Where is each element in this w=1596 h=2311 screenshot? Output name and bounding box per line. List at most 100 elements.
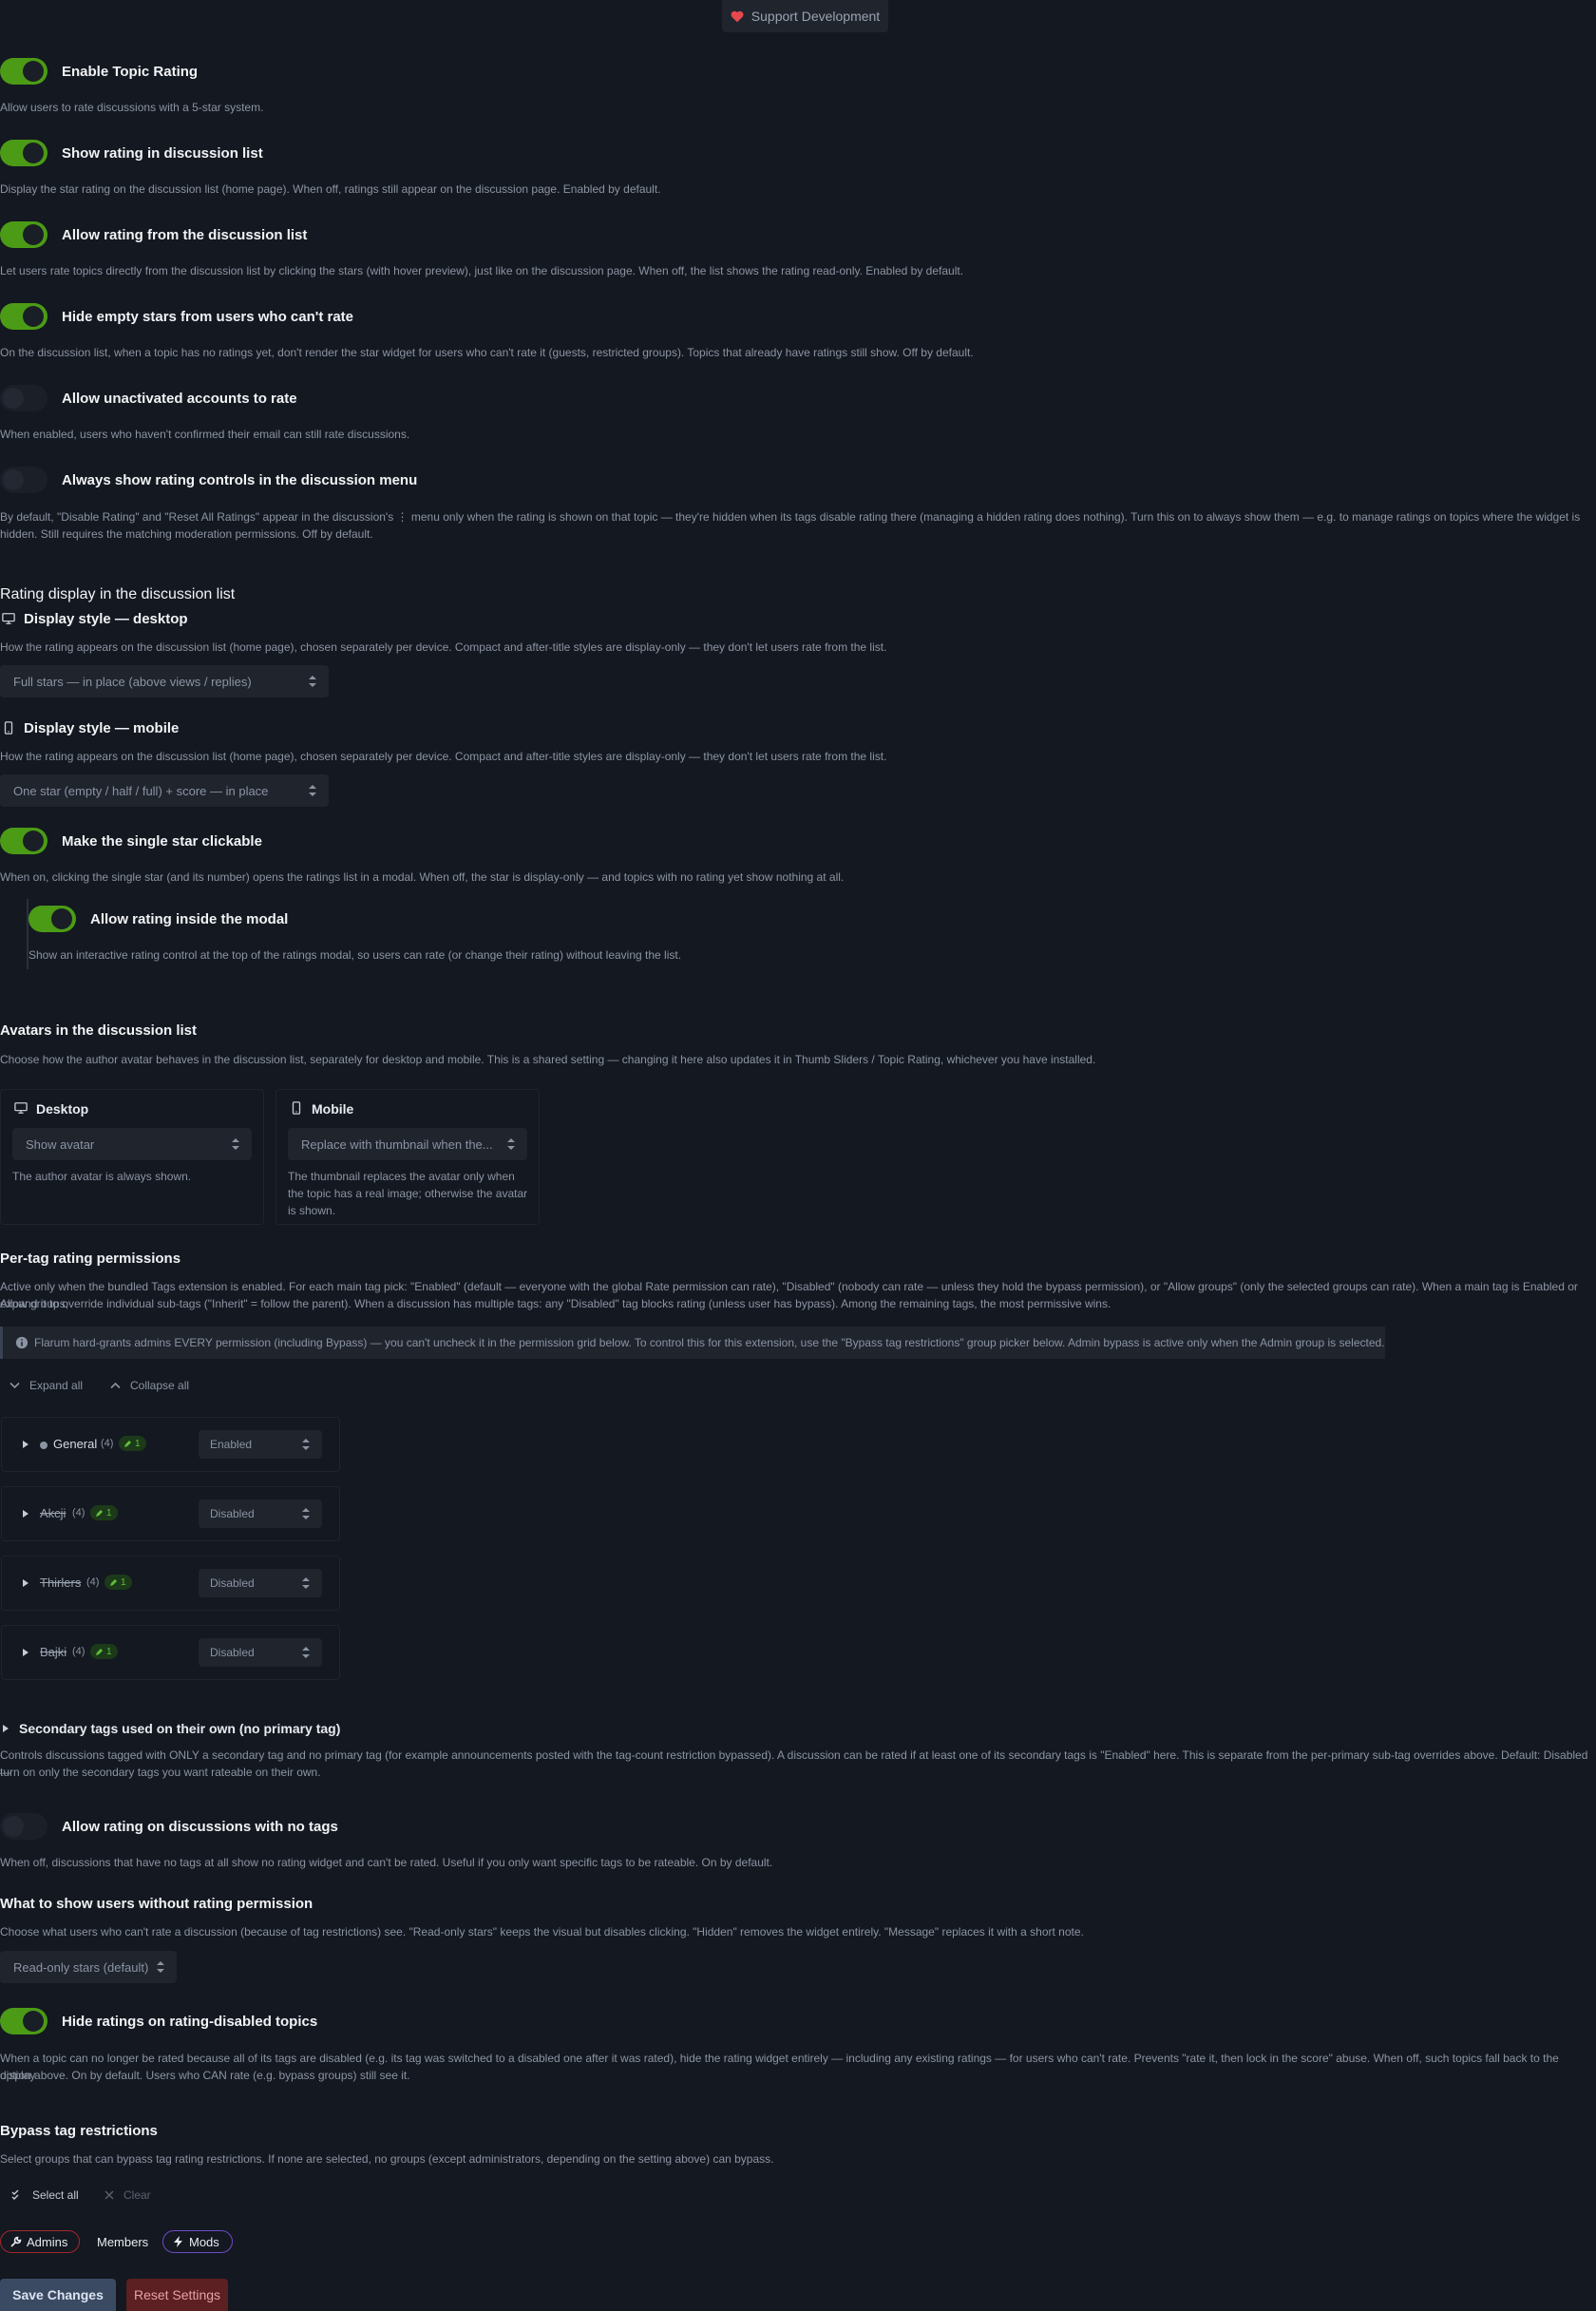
tag-permission-select[interactable]: Disabled (199, 1569, 322, 1597)
subtag-badge-count: 1 (135, 1438, 141, 1449)
select-caret-icon (232, 1138, 239, 1150)
pencil-icon (96, 1649, 103, 1655)
tag-row[interactable]: General (4) 1 Enabled (1, 1417, 340, 1472)
reset-settings-button[interactable]: Reset Settings (126, 2279, 228, 2311)
tag-row[interactable]: Akcji (4) 1 Disabled (1, 1486, 340, 1541)
always-menu-label: Always show rating controls in the discu… (62, 472, 418, 488)
avatars-heading: Avatars in the discussion list (0, 1022, 198, 1039)
always-menu-help: By default, "Disable Rating" and "Reset … (0, 510, 1581, 524)
avatar-desktop-note: The author avatar is always shown. (12, 1170, 192, 1183)
no-tags-toggle[interactable] (0, 1813, 48, 1840)
no-permission-value: Read-only stars (default) (13, 1959, 149, 1975)
mobile-style-help: How the rating appears on the discussion… (0, 750, 887, 763)
group-chip-members[interactable]: Members (87, 2230, 156, 2253)
clear-button[interactable]: Clear (104, 2188, 151, 2202)
modal-rating-toggle[interactable] (28, 906, 76, 932)
group-chip-label: Admins (27, 2234, 68, 2249)
avatar-desktop-label: Desktop (36, 1101, 89, 1117)
monitor-icon (14, 1102, 28, 1114)
close-icon (104, 2190, 114, 2200)
support-development-button[interactable]: Support Development (722, 0, 888, 32)
chevron-down-icon (10, 1382, 20, 1389)
always-menu-toggle[interactable] (0, 467, 48, 493)
enable-rating-toggle[interactable] (0, 58, 48, 85)
subtag-badge-count: 1 (106, 1646, 112, 1657)
support-label: Support Development (750, 9, 881, 24)
hide-empty-label: Hide empty stars from users who can't ra… (62, 309, 353, 325)
pencil-icon (110, 1579, 117, 1586)
no-tags-label: Allow rating on discussions with no tags (62, 1819, 338, 1835)
hide-disabled-toggle[interactable] (0, 2008, 48, 2034)
tag-name: General (53, 1437, 98, 1451)
subtag-badge-count: 1 (121, 1576, 126, 1588)
caret-right-icon (23, 1441, 28, 1448)
tag-permission-select[interactable]: Enabled (199, 1430, 322, 1459)
enable-rating-help: Allow users to rate discussions with a 5… (0, 101, 264, 114)
save-changes-button[interactable]: Save Changes (0, 2279, 116, 2311)
select-caret-icon (302, 1508, 310, 1519)
no-tags-help: When off, discussions that have no tags … (0, 1856, 773, 1869)
avatar-desktop-value: Show avatar (26, 1136, 95, 1152)
avatar-mobile-label: Mobile (312, 1101, 354, 1117)
tag-row[interactable]: Bajki (4) 1 Disabled (1, 1625, 340, 1680)
group-chip-admins[interactable]: Admins (0, 2230, 80, 2253)
subtag-badge: 1 (119, 1436, 146, 1451)
tag-count: (4) (101, 1438, 114, 1449)
modal-rating-help: Show an interactive rating control at th… (28, 948, 682, 962)
chevron-up-icon (110, 1382, 121, 1389)
tag-permission-select[interactable]: Disabled (199, 1499, 322, 1528)
tag-row[interactable]: Thirlers (4) 1 Disabled (1, 1556, 340, 1611)
secondary-tags-toggle[interactable]: Secondary tags used on their own (no pri… (19, 1721, 340, 1736)
hide-empty-toggle[interactable] (0, 303, 48, 330)
tag-count: (4) (72, 1507, 86, 1518)
no-permission-select[interactable]: Read-only stars (default) (0, 1951, 177, 1983)
unactivated-toggle[interactable] (0, 385, 48, 411)
avatar-mobile-select[interactable]: Replace with thumbnail when the... (288, 1128, 527, 1160)
unactivated-label: Allow unactivated accounts to rate (62, 391, 297, 407)
expand-all-button[interactable]: Expand all (10, 1379, 83, 1392)
always-menu-help-2: hidden. Still requires the matching mode… (0, 527, 373, 541)
unactivated-help: When enabled, users who haven't confirme… (0, 428, 410, 441)
bypass-help: Select groups that can bypass tag rating… (0, 2152, 774, 2166)
avatar-mobile-card: Mobile Replace with thumbnail when the..… (276, 1089, 540, 1225)
tag-name: Akcji (40, 1506, 66, 1520)
avatar-desktop-card: Desktop Show avatar The author avatar is… (0, 1089, 264, 1225)
show-in-list-help: Display the star rating on the discussio… (0, 182, 661, 196)
mobile-style-value: One star (empty / half / full) + score —… (13, 783, 269, 798)
subtag-badge-count: 1 (106, 1507, 112, 1518)
desktop-style-select[interactable]: Full stars — in place (above views / rep… (0, 665, 329, 697)
tag-color-dot (40, 1442, 48, 1449)
wrench-icon (10, 2236, 22, 2247)
collapse-all-button[interactable]: Collapse all (110, 1379, 189, 1392)
show-in-list-toggle[interactable] (0, 140, 48, 166)
avatar-mobile-note-2: the topic has a real image; otherwise th… (288, 1187, 528, 1200)
select-all-button[interactable]: Select all (11, 2188, 79, 2202)
tag-name: Bajki (40, 1645, 67, 1659)
no-permission-help: Choose what users who can't rate a discu… (0, 1925, 1084, 1939)
caret-right-icon (23, 1510, 28, 1518)
group-chip-mods[interactable]: Mods (162, 2230, 233, 2253)
phone-icon (292, 1101, 301, 1115)
mobile-style-select[interactable]: One star (empty / half / full) + score —… (0, 774, 329, 807)
select-all-label: Select all (32, 2188, 79, 2202)
avatar-desktop-select[interactable]: Show avatar (12, 1128, 252, 1160)
single-star-toggle[interactable] (0, 828, 48, 854)
caret-right-icon (23, 1579, 28, 1587)
select-caret-icon (302, 1647, 310, 1658)
rate-from-list-toggle[interactable] (0, 221, 48, 248)
list-display-heading: Rating display in the discussion list (0, 586, 236, 602)
clear-label: Clear (124, 2188, 151, 2202)
avatar-mobile-value: Replace with thumbnail when the... (301, 1136, 493, 1152)
subtag-badge: 1 (90, 1505, 118, 1520)
select-caret-icon (507, 1138, 515, 1150)
tag-count: (4) (86, 1576, 100, 1588)
modal-rating-label: Allow rating inside the modal (90, 911, 289, 927)
select-caret-icon (302, 1439, 310, 1450)
single-star-label: Make the single star clickable (62, 833, 262, 850)
tag-permission-select[interactable]: Disabled (199, 1638, 322, 1667)
check-double-icon (11, 2189, 19, 2200)
select-caret-icon (309, 676, 316, 687)
hide-disabled-label: Hide ratings on rating-disabled topics (62, 2014, 318, 2030)
desktop-style-value: Full stars — in place (above views / rep… (13, 674, 252, 689)
select-caret-icon (157, 1961, 164, 1973)
